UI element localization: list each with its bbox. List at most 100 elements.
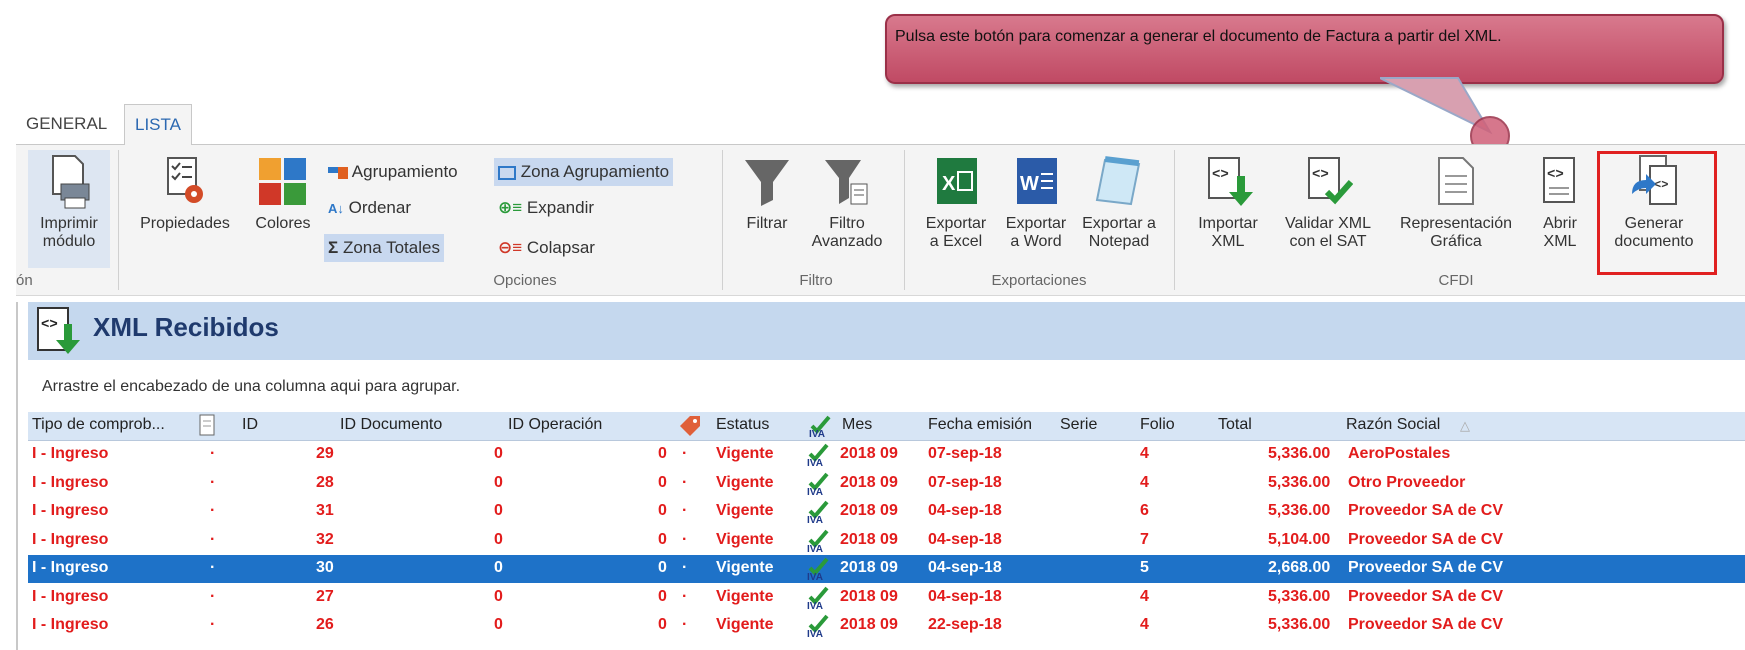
exportar-notepad-button[interactable]: Exportar a Notepad xyxy=(1076,154,1162,251)
cell-total: 5,336.00 xyxy=(1268,587,1331,605)
group-label-cfdi: CFDI xyxy=(1438,272,1474,289)
column-header-tipo[interactable]: Tipo de comprob... xyxy=(32,416,165,434)
exportar-notepad-label: Exportar a Notepad xyxy=(1082,215,1156,250)
iva-icon: IVA xyxy=(807,557,829,581)
cell-folio: 4 xyxy=(1140,616,1149,633)
sort-up-icon: △ xyxy=(1460,418,1470,433)
print-module-button[interactable]: Imprimir módulo xyxy=(28,154,110,251)
filtrar-button[interactable]: Filtrar xyxy=(736,154,798,233)
abrir-xml-label: Abrir XML xyxy=(1543,215,1577,250)
column-header-total[interactable]: Total xyxy=(1218,416,1252,434)
group-label-exportaciones: Exportaciones xyxy=(991,272,1087,289)
table-row[interactable]: I - Ingreso · 27 0 0 · Vigente 2018 09 04-sep-18… xyxy=(28,584,1745,612)
cell-fecha: 04-sep-18 xyxy=(928,530,1002,548)
cell-tipo: I - Ingreso xyxy=(32,587,109,605)
colores-button[interactable]: Colores xyxy=(248,154,318,233)
table-row[interactable]: I - Ingreso · 30 0 0 · Vigente 2018 09 04-sep-18… xyxy=(28,555,1745,583)
zona-totales-button[interactable]: Σ Zona Totales xyxy=(324,234,444,262)
column-header-folio[interactable]: Folio xyxy=(1140,416,1175,434)
ordenar-label: Ordenar xyxy=(348,198,411,217)
cell-dot: · xyxy=(210,530,216,548)
exportar-word-button[interactable]: W Exportar a Word xyxy=(996,154,1076,251)
cell-mes: 2018 09 xyxy=(840,587,898,605)
agrupamiento-button[interactable]: Agrupamiento xyxy=(324,158,462,186)
svg-text:IVA: IVA xyxy=(807,601,823,610)
cell-folio: 4 xyxy=(1140,445,1149,462)
generar-documento-highlight xyxy=(1597,151,1717,275)
expandir-button[interactable]: ⊕≡ Expandir xyxy=(494,194,598,222)
cell-razon: AeroPostales xyxy=(1348,445,1451,462)
cell-mes: 2018 09 xyxy=(840,502,898,519)
validate-xml-icon: <> xyxy=(1308,157,1354,205)
importar-xml-button[interactable]: <> Importar XML xyxy=(1186,154,1270,251)
table-row[interactable]: I - Ingreso · 28 0 0 · Vigente 2018 09 07-sep-18… xyxy=(28,470,1745,498)
column-header-serie[interactable]: Serie xyxy=(1060,416,1097,434)
column-header-estatus[interactable]: Estatus xyxy=(716,416,769,434)
cell-total: 5,336.00 xyxy=(1268,445,1331,462)
abrir-xml-button[interactable]: <> Abrir XML xyxy=(1528,154,1592,251)
tag-icon xyxy=(680,416,700,436)
cell-idop: 0 xyxy=(658,530,667,548)
colors-icon xyxy=(259,158,306,205)
cell-total: 5,336.00 xyxy=(1268,502,1331,519)
colores-label: Colores xyxy=(255,215,311,232)
cell-iddoc: 0 xyxy=(494,616,503,633)
column-header-id[interactable]: ID xyxy=(242,416,258,434)
cell-folio: 4 xyxy=(1140,473,1149,491)
svg-text:X: X xyxy=(942,173,956,195)
expand-icon: ⊕≡ xyxy=(498,198,523,217)
filtrar-label: Filtrar xyxy=(746,215,788,232)
ribbon-separator xyxy=(1174,150,1175,290)
filtro-avanzado-button[interactable]: Filtro Avanzado xyxy=(802,154,892,251)
table-row[interactable]: I - Ingreso · 32 0 0 · Vigente 2018 09 04-sep-18… xyxy=(28,527,1745,555)
table-row[interactable]: I - Ingreso · 29 0 0 · Vigente 2018 09 07-sep-18… xyxy=(28,441,1745,469)
cell-dot: · xyxy=(210,587,216,605)
group-zone-icon xyxy=(498,165,516,180)
column-header-fecha[interactable]: Fecha emisión xyxy=(928,416,1032,434)
collapse-icon: ⊖≡ xyxy=(498,238,523,257)
cell-estatus: Vigente xyxy=(716,502,774,519)
ordenar-button[interactable]: A↓ Ordenar xyxy=(324,194,415,222)
zona-agrupamiento-button[interactable]: Zona Agrupamiento xyxy=(494,158,674,186)
cell-tipo: I - Ingreso xyxy=(32,502,109,519)
exportar-word-label: Exportar a Word xyxy=(1005,215,1067,250)
importar-xml-label: Importar XML xyxy=(1198,215,1258,250)
group-icon xyxy=(328,166,348,179)
column-header-mes[interactable]: Mes xyxy=(842,416,872,434)
cell-iddoc: 0 xyxy=(494,502,503,519)
filtro-avanzado-label: Filtro Avanzado xyxy=(811,215,883,250)
cell-iddoc: 0 xyxy=(494,559,503,576)
svg-text:IVA: IVA xyxy=(809,429,825,438)
representacion-grafica-button[interactable]: Representación Gráfica xyxy=(1386,154,1526,251)
tab-general[interactable]: GENERAL xyxy=(16,104,117,144)
exportar-excel-button[interactable]: X Exportar a Excel xyxy=(916,154,996,251)
column-header-id-operacion[interactable]: ID Operación xyxy=(508,416,602,434)
tooltip-callout: Pulsa este botón para comenzar a generar… xyxy=(885,14,1724,84)
printer-icon xyxy=(52,155,90,209)
grid-left-border xyxy=(16,302,18,650)
table-row[interactable]: I - Ingreso · 31 0 0 · Vigente 2018 09 04-sep-18… xyxy=(28,498,1745,526)
cell-fecha: 07-sep-18 xyxy=(928,473,1002,491)
colapsar-button[interactable]: ⊖≡ Colapsar xyxy=(494,234,599,262)
propiedades-label: Propiedades xyxy=(140,215,230,232)
cell-idop: 0 xyxy=(658,616,667,633)
cell-idop: 0 xyxy=(658,502,667,519)
graphic-representation-icon xyxy=(1438,157,1474,205)
column-header-id-documento[interactable]: ID Documento xyxy=(340,416,442,434)
group-hint: Arrastre el encabezado de una columna aq… xyxy=(42,378,461,395)
clip-icon xyxy=(199,414,215,436)
cell-razon: Proveedor SA de CV xyxy=(1348,530,1504,548)
cell-dot2: · xyxy=(682,473,688,491)
tab-lista[interactable]: LISTA xyxy=(124,104,192,146)
cell-tipo: I - Ingreso xyxy=(32,473,109,491)
advanced-filter-icon xyxy=(825,160,868,205)
validar-xml-button[interactable]: <> Validar XML con el SAT xyxy=(1272,154,1384,251)
propiedades-button[interactable]: Propiedades xyxy=(130,154,240,233)
cell-dot2: · xyxy=(682,502,688,519)
properties-icon xyxy=(167,157,203,203)
column-header-razon-social[interactable]: Razón Social xyxy=(1346,416,1440,434)
cell-dot: · xyxy=(210,559,216,576)
table-row[interactable]: I - Ingreso · 26 0 0 · Vigente 2018 09 22-sep-18… xyxy=(28,612,1745,640)
ribbon-separator xyxy=(118,150,119,290)
cell-iddoc: 0 xyxy=(494,530,503,548)
